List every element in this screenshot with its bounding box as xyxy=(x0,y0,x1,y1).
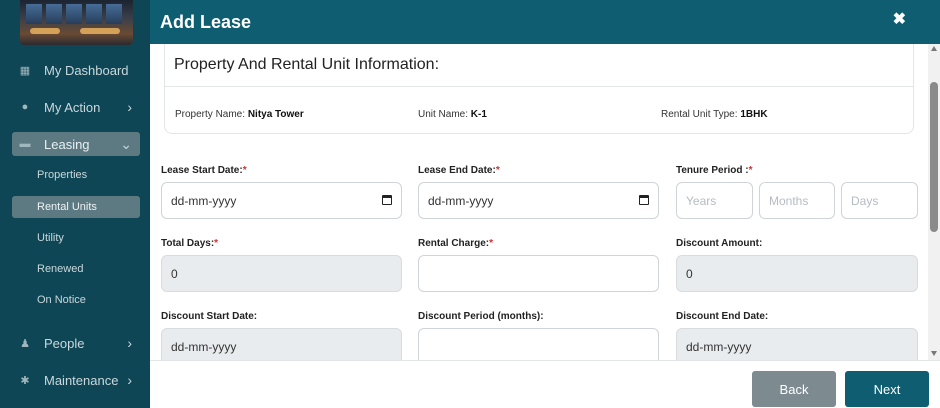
chevron-right-icon: › xyxy=(127,335,132,351)
close-icon[interactable]: ✖ xyxy=(893,9,906,29)
sidebar-item-leasing[interactable]: ▬ Leasing ⌄ xyxy=(12,132,140,156)
chevron-right-icon: › xyxy=(127,99,132,115)
discount-end-date-input: dd-mm-yyyy xyxy=(676,328,918,360)
folder-icon: ▬ xyxy=(19,138,31,150)
dashboard-icon: ▦ xyxy=(19,64,31,77)
sidebar-item-label: Maintenance xyxy=(44,372,119,388)
lease-end-date-input[interactable]: dd-mm-yyyy xyxy=(418,182,659,219)
tenure-months-input[interactable]: Months xyxy=(759,182,835,219)
people-icon: ♟ xyxy=(20,337,30,350)
sidebar-subitem-renewed[interactable]: Renewed xyxy=(12,258,140,280)
sidebar-subitem-properties[interactable]: Properties xyxy=(12,164,140,186)
lease-start-label: Lease Start Date:* xyxy=(161,165,247,176)
divider xyxy=(165,86,913,87)
discount-start-label: Discount Start Date: xyxy=(161,311,258,322)
calendar-icon[interactable] xyxy=(382,195,392,205)
discount-end-label: Discount End Date: xyxy=(676,311,769,322)
scroll-up-arrow-icon[interactable] xyxy=(931,46,937,51)
lease-end-label: Lease End Date:* xyxy=(418,165,500,176)
tenure-period-label: Tenure Period :* xyxy=(676,165,753,176)
lease-start-date-input[interactable]: dd-mm-yyyy xyxy=(161,182,402,219)
discount-amount-label: Discount Amount: xyxy=(676,238,763,249)
modal-body: Property And Rental Unit Information: Pr… xyxy=(150,44,928,360)
scroll-down-arrow-icon[interactable] xyxy=(931,351,937,356)
chevron-right-icon: › xyxy=(127,372,132,388)
sidebar-item-label: My Action xyxy=(44,99,101,115)
modal-footer: Back Next xyxy=(150,360,940,408)
tenure-days-input[interactable]: Days xyxy=(841,182,918,219)
section-title: Property And Rental Unit Information: xyxy=(174,56,440,73)
back-button[interactable]: Back xyxy=(752,371,836,407)
sidebar-item-people[interactable]: ♟ People › xyxy=(12,331,140,355)
modal-header: Add Lease ✖ xyxy=(150,0,940,44)
property-info-card: Property And Rental Unit Information: Pr… xyxy=(164,44,914,134)
user-icon: ● xyxy=(21,101,29,113)
wrench-icon: ✱ xyxy=(20,374,30,387)
sidebar: ▦ My Dashboard ● My Action › ▬ Leasing ⌄… xyxy=(0,0,150,408)
vertical-scrollbar[interactable] xyxy=(928,44,940,360)
discount-period-input[interactable] xyxy=(418,328,659,360)
sidebar-item-label: Leasing xyxy=(44,136,90,152)
tenure-years-input[interactable]: Years xyxy=(676,182,753,219)
calendar-icon[interactable] xyxy=(639,195,649,205)
property-name-field: Property Name: Nitya Tower xyxy=(175,109,304,120)
rental-charge-label: Rental Charge:* xyxy=(418,238,494,249)
sidebar-item-label: My Dashboard xyxy=(44,62,129,78)
sidebar-subitem-on-notice[interactable]: On Notice xyxy=(12,289,140,311)
total-days-label: Total Days:* xyxy=(161,238,219,249)
sidebar-subitem-rental-units[interactable]: Rental Units xyxy=(12,196,140,218)
add-lease-modal: Add Lease ✖ Property And Rental Unit Inf… xyxy=(150,0,940,408)
property-hero-image xyxy=(20,0,133,45)
discount-amount-input: 0 xyxy=(676,255,918,292)
chevron-down-icon: ⌄ xyxy=(120,135,132,152)
sidebar-item-my-dashboard[interactable]: ▦ My Dashboard xyxy=(12,58,140,82)
unit-type-field: Rental Unit Type: 1BHK xyxy=(661,109,768,120)
sidebar-item-maintenance[interactable]: ✱ Maintenance › xyxy=(12,368,140,392)
sidebar-item-label: People xyxy=(44,335,85,351)
sidebar-item-my-action[interactable]: ● My Action › xyxy=(12,95,140,119)
total-days-input: 0 xyxy=(161,255,402,292)
discount-period-label: Discount Period (months): xyxy=(418,311,544,322)
discount-start-date-input: dd-mm-yyyy xyxy=(161,328,402,360)
scrollbar-thumb[interactable] xyxy=(930,82,938,232)
next-button[interactable]: Next xyxy=(845,371,929,407)
modal-title: Add Lease xyxy=(160,11,252,32)
rental-charge-input[interactable] xyxy=(418,255,659,292)
unit-name-field: Unit Name: K-1 xyxy=(418,109,487,120)
sidebar-subitem-utility[interactable]: Utility xyxy=(12,227,140,249)
